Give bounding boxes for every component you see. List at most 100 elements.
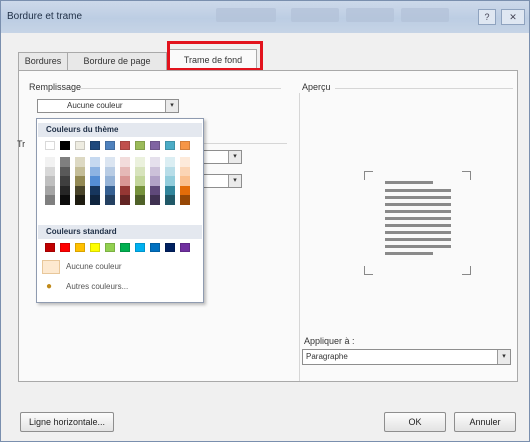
theme-shade-swatch[interactable] [90,157,100,167]
theme-shade-swatch[interactable] [60,157,70,167]
theme-shade-swatch[interactable] [180,157,190,167]
tab-bordure-de-page[interactable]: Bordure de page [67,52,167,70]
theme-shade-swatch[interactable] [45,185,55,196]
theme-shade-swatch[interactable] [165,157,175,167]
theme-shade-swatch[interactable] [150,195,160,205]
theme-shade-swatch[interactable] [135,176,145,186]
preview-line [385,203,451,206]
theme-color-swatch[interactable] [150,141,160,150]
theme-shade-swatch[interactable] [45,176,55,186]
theme-shade-swatch[interactable] [75,157,85,167]
tab-bordures[interactable]: Bordures [18,52,68,70]
theme-shade-swatch[interactable] [150,166,160,177]
standard-color-swatch[interactable] [180,243,190,252]
theme-shade-swatch[interactable] [120,176,130,186]
theme-shade-swatch[interactable] [105,166,115,177]
theme-shade-swatch[interactable] [165,185,175,196]
theme-shade-swatch[interactable] [165,176,175,186]
theme-shade-swatch[interactable] [90,166,100,177]
theme-shade-swatch[interactable] [150,185,160,196]
theme-shade-swatch[interactable] [75,166,85,177]
theme-color-swatch[interactable] [105,141,115,150]
fill-color-dropdown[interactable]: Aucune couleur ▾ [37,99,179,113]
theme-shade-swatch[interactable] [105,157,115,167]
theme-shade-swatch[interactable] [60,166,70,177]
theme-shade-swatch[interactable] [120,195,130,205]
chevron-down-icon[interactable]: ▾ [497,350,510,364]
theme-shade-swatch[interactable] [165,195,175,205]
theme-color-swatch[interactable] [135,141,145,150]
theme-shade-swatch[interactable] [75,185,85,196]
theme-shade-swatch[interactable] [135,166,145,177]
ok-button[interactable]: OK [384,412,446,432]
more-colors-label: Autres couleurs... [66,282,129,291]
chevron-down-icon[interactable]: ▾ [228,151,241,163]
theme-color-swatch[interactable] [90,141,100,150]
theme-shade-swatch[interactable] [135,195,145,205]
no-color-item[interactable]: Aucune couleur [40,258,200,276]
theme-shade-swatch[interactable] [180,176,190,186]
more-colors-item[interactable]: ● Autres couleurs... [40,279,200,295]
horizontal-line-button[interactable]: Ligne horizontale... [20,412,114,432]
theme-shade-swatch[interactable] [120,166,130,177]
chevron-down-icon[interactable]: ▾ [165,100,178,112]
theme-color-swatch[interactable] [180,141,190,150]
theme-shade-swatch[interactable] [90,185,100,196]
theme-shade-swatch[interactable] [180,185,190,196]
standard-color-swatch[interactable] [165,243,175,252]
standard-color-swatch[interactable] [120,243,130,252]
color-dropdown[interactable]: ▾ [202,174,242,188]
no-color-label: Aucune couleur [66,262,122,271]
standard-color-swatch[interactable] [45,243,55,252]
theme-shade-swatch[interactable] [135,185,145,196]
theme-shade-column [180,157,190,205]
theme-shade-swatch[interactable] [180,195,190,205]
standard-color-swatch[interactable] [150,243,160,252]
theme-color-swatch[interactable] [60,141,70,150]
theme-color-swatch[interactable] [120,141,130,150]
close-icon[interactable]: ✕ [501,9,525,25]
apply-to-dropdown[interactable]: Paragraphe ▾ [302,349,511,365]
theme-shade-swatch[interactable] [150,176,160,186]
theme-shade-swatch[interactable] [180,166,190,177]
theme-shade-column [135,157,145,205]
theme-shade-swatch[interactable] [120,157,130,167]
theme-shade-swatch[interactable] [60,176,70,186]
background-blur [216,8,276,22]
theme-shade-swatch[interactable] [105,176,115,186]
chevron-down-icon[interactable]: ▾ [228,175,241,187]
style-group-label: Tr [17,139,26,149]
theme-shade-swatch[interactable] [60,195,70,205]
style-dropdown[interactable]: ▾ [202,150,242,164]
theme-color-swatch[interactable] [45,141,55,150]
standard-color-swatch[interactable] [105,243,115,252]
theme-shade-swatch[interactable] [135,157,145,167]
preview-corner [364,171,373,180]
standard-color-swatch[interactable] [60,243,70,252]
theme-shade-swatch[interactable] [60,185,70,196]
standard-color-swatch[interactable] [75,243,85,252]
standard-color-swatch[interactable] [90,243,100,252]
theme-shade-swatch[interactable] [105,195,115,205]
theme-shade-swatch[interactable] [165,166,175,177]
standard-color-swatch[interactable] [135,243,145,252]
highlight-box [167,41,263,71]
theme-shade-swatch[interactable] [105,185,115,196]
theme-shade-swatch[interactable] [45,157,55,167]
theme-shade-swatch[interactable] [90,176,100,186]
cancel-button[interactable]: Annuler [454,412,516,432]
theme-shade-swatch[interactable] [120,185,130,196]
theme-shade-swatch[interactable] [150,157,160,167]
help-icon[interactable]: ? [478,9,496,25]
theme-color-swatch[interactable] [75,141,85,150]
preview-line [385,189,451,192]
theme-color-swatch[interactable] [165,141,175,150]
theme-shade-swatch[interactable] [45,166,55,177]
preview-line [385,245,451,248]
theme-shade-swatch[interactable] [45,195,55,205]
theme-shade-swatch[interactable] [75,176,85,186]
preview-line [385,252,433,255]
theme-shade-swatch[interactable] [90,195,100,205]
group-divider [195,143,287,144]
theme-shade-swatch[interactable] [75,195,85,205]
